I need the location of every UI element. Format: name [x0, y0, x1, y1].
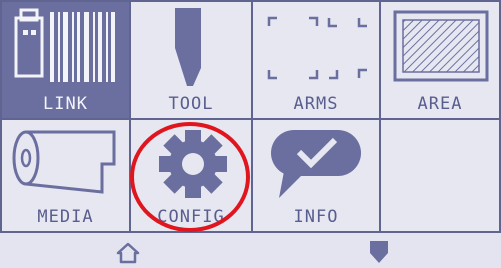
- hatched-area-icon: [393, 10, 489, 82]
- link-tile[interactable]: LINK: [0, 0, 131, 120]
- tool-label: TOOL: [168, 94, 214, 114]
- bottom-navigation-bar: [0, 231, 501, 268]
- home-icon[interactable]: [116, 242, 140, 264]
- usb-barcode-icon: [14, 8, 115, 82]
- empty-tile: [379, 118, 501, 233]
- corner-marks-icon: [267, 16, 367, 80]
- speech-bubble-check-icon: [271, 130, 361, 198]
- info-tile[interactable]: INFO: [251, 118, 381, 233]
- arms-label: ARMS: [293, 94, 339, 114]
- gear-icon: [159, 130, 227, 198]
- link-label: LINK: [43, 94, 88, 114]
- tool-tile[interactable]: TOOL: [129, 0, 253, 120]
- printer-touch-screen: LINK TOOL ARMS AREA MEDIA CONFIG INFO: [0, 0, 501, 268]
- media-label: MEDIA: [37, 207, 94, 227]
- blade-tool-icon: [175, 8, 201, 86]
- media-tile[interactable]: MEDIA: [0, 118, 131, 233]
- area-label: AREA: [417, 94, 463, 114]
- config-label: CONFIG: [157, 207, 225, 227]
- down-arrow-icon[interactable]: [368, 239, 390, 265]
- arms-tile[interactable]: ARMS: [251, 0, 381, 120]
- info-label: INFO: [293, 207, 339, 227]
- media-roll-icon: [12, 130, 116, 194]
- area-tile[interactable]: AREA: [379, 0, 501, 120]
- config-tile[interactable]: CONFIG: [129, 118, 253, 233]
